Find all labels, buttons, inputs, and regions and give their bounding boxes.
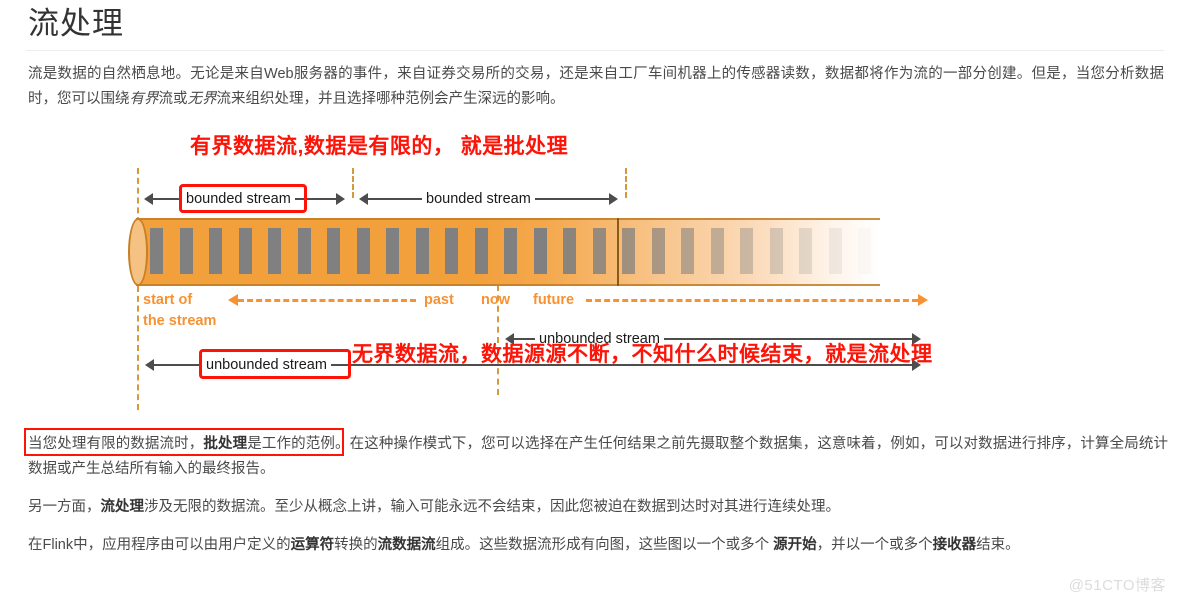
pipe-tick [415,228,429,274]
para2-text-a: 另一方面， [28,499,101,515]
timeline-past-label: past [424,292,454,308]
timeline-past-arrow-icon [228,294,238,306]
intro-emphasis-bounded: 有界 [129,91,159,107]
annotation-bounded-chinese: 有界数据流,数据是有限的， 就是批处理 [190,135,569,158]
highlight-box-bounded-1 [179,184,307,213]
pipe-tick [651,228,665,274]
para2-text-b: 涉及无限的数据流。至少从概念上讲，输入可能永远不会结束，因此您被迫在数据到达时对… [144,499,840,515]
intro-paragraph: 流是数据的自然栖息地。无论是来自Web服务器的事件，来自证券交易所的交易，还是来… [28,62,1164,112]
pipe-tick [858,228,871,274]
paragraph-batch: 当您处理有限的数据流时，批处理是工作的范例。在这种操作模式下，您可以选择在产生任… [24,428,1168,482]
intro-emphasis-unbounded: 无界 [187,91,217,107]
para3-text-c: 组成。这些数据流形成有向图，这些图以一个或多个 [435,537,774,553]
intro-text-line1: 流是数据的自然栖息地。无论是来自Web服务器的事件，来自证券交易所的交易，还是来… [28,66,914,82]
para1-text-a: 当您处理有限的数据流时， [28,436,204,452]
pipe-tick [179,228,193,274]
pipe-tick [592,228,606,274]
pipe-tick [150,228,163,274]
pipe-tick [769,228,783,274]
para3-bold-source: 源开始 [773,537,817,553]
para3-text-b: 转换的 [334,537,378,553]
bounded-stream-row-2: bounded stream [352,186,625,212]
pipe-tick [828,228,842,274]
pipe-end-cap [128,218,148,286]
para3-text-a: 在Flink中，应用程序由可以由用户定义的 [28,537,291,553]
pipe-tick [268,228,281,274]
timeline-past-dashline [238,299,416,302]
pipe-tick [297,228,311,274]
pipe-tick [622,228,635,274]
pipe-tick [474,228,488,274]
bounded-stream-label-2: bounded stream [422,186,535,212]
pipe-tick [681,228,694,274]
bounded-stream-row-1: bounded stream [137,184,352,213]
stream-diagram: 有界数据流,数据是有限的， 就是批处理 bounded stream bound… [0,130,1184,410]
para3-bold-operator: 运算符 [290,537,335,553]
article-page: 流处理 流是数据的自然栖息地。无论是来自Web服务器的事件，来自证券交易所的交易… [0,0,1184,605]
pipe-tick [209,228,222,274]
pipe-tick [563,228,576,274]
annotation-unbounded-chinese: 无界数据流，数据源源不断，不知什么时候结束，就是流处理 [352,343,933,366]
arrow-head-right-icon [609,193,618,205]
timeline-now-label: now [481,292,510,308]
pipe-tick [356,228,370,274]
pipe-tick [740,228,753,274]
pipe-tick [445,228,458,274]
paragraph-stream: 另一方面，流处理涉及无限的数据流。至少从概念上讲，输入可能永远不会结束，因此您被… [28,495,1168,520]
para3-text-e: 结束。 [976,537,1020,553]
para1-bold-batch: 批处理 [203,436,248,452]
intro-text-line2c: 流来组织处理，并且选择哪种范例会产生深远的影响。 [216,91,565,107]
pipe-tick [799,228,812,274]
timeline-start-label-line1: start of [143,292,193,308]
stream-pipe [120,218,880,286]
intro-text-line2b: 流或 [158,91,188,107]
timeline-future-arrow-icon [918,294,928,306]
timeline-future-dashline [586,299,918,302]
title-divider [26,50,1164,51]
page-title: 流处理 [28,6,124,41]
watermark: @51CTO博客 [1068,577,1166,594]
para3-bold-dataflow: 流数据流 [377,537,436,553]
timeline-start-label-line2: the stream [143,313,217,329]
para3-text-d: ，并以一个或多个 [816,537,933,553]
paragraph-flink: 在Flink中，应用程序由可以由用户定义的运算符转换的流数据流组成。这些数据流形… [28,533,1168,558]
pipe-tick [238,228,252,274]
pipe-now-divider [617,218,619,286]
pipe-tick [327,228,340,274]
body-content: 当您处理有限的数据流时，批处理是工作的范例。在这种操作模式下，您可以选择在产生任… [24,428,1168,571]
timeline-future-label: future [533,292,575,308]
pipe-tick [504,228,517,274]
pipe-tick [710,228,724,274]
guide-line-right [625,168,627,198]
highlight-box-unbounded [199,349,351,379]
pipe-tick [386,228,399,274]
pipe-tick [533,228,547,274]
arrow-head-right-icon [336,193,345,205]
para3-bold-sink: 接收器 [932,537,977,553]
para2-bold-stream: 流处理 [100,499,145,515]
